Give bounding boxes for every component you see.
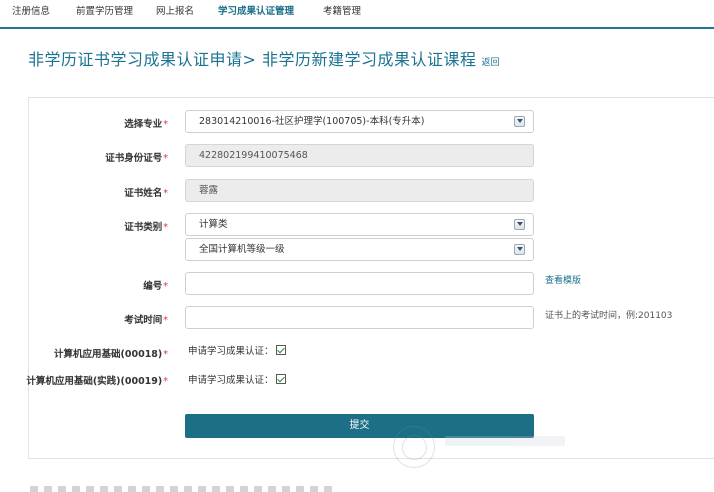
id-number-label: 证书身份证号* [105,153,168,164]
major-label: 选择专业* [124,119,168,130]
serial-input[interactable] [185,272,534,295]
nav-item-exam-record[interactable]: 考籍管理 [323,3,361,17]
course2-checkbox[interactable] [275,374,286,384]
exam-time-hint: 证书上的考试时间，例:201103 [545,311,673,321]
exam-time-label: 考试时间* [124,315,168,326]
page-heading: 非学历证书学习成果认证申请> 非学历新建学习成果认证课程 返回 [28,46,500,70]
cert-subtype-value: 全国计算机等级一级 [199,244,285,255]
back-link[interactable]: 返回 [482,58,500,68]
chevron-down-icon [514,219,525,230]
serial-label: 编号* [143,281,168,292]
chevron-down-icon [514,116,525,127]
cert-type-select[interactable]: 计算类 [185,213,534,236]
name-value: 蓉露 [199,185,219,196]
course1-check-row: 申请学习成果认证： [188,343,286,357]
nav-divider [0,27,714,29]
exam-time-input[interactable] [185,306,534,329]
course1-checkbox[interactable] [275,345,286,355]
major-select-value: 283014210016-社区护理学(100705)-本科(专升本) [199,116,425,127]
submit-button[interactable]: 提交 [185,414,534,438]
view-template-link[interactable]: 查看模版 [545,273,581,286]
cert-subtype-select[interactable]: 全国计算机等级一级 [185,238,534,261]
nav-item-prior-education[interactable]: 前置学历管理 [76,3,133,17]
course2-label: 计算机应用基础(实践)(00019)* [26,376,168,387]
nav-item-achievement-certification[interactable]: 学习成果认证管理 [218,3,294,17]
course1-label: 计算机应用基础(00018)* [54,349,168,360]
cert-type-value: 计算类 [199,219,228,230]
id-number-value: 422802199410075468 [199,150,308,161]
major-select[interactable]: 283014210016-社区护理学(100705)-本科(专升本) [185,110,534,133]
footer-clipped-text [30,484,360,492]
top-nav: 注册信息 前置学历管理 网上报名 学习成果认证管理 考籍管理 [0,0,714,29]
page-title: 非学历证书学习成果认证申请> 非学历新建学习成果认证课程 [28,50,477,69]
cert-type-label: 证书类别* [124,222,168,233]
name-label: 证书姓名* [124,188,168,199]
course1-check-text: 申请学习成果认证： [188,346,274,357]
nav-item-online-signup[interactable]: 网上报名 [156,3,194,17]
chevron-down-icon [514,244,525,255]
name-field: 蓉露 [185,179,534,202]
nav-item-registration[interactable]: 注册信息 [12,3,50,17]
id-number-field: 422802199410075468 [185,144,534,167]
course2-check-text: 申请学习成果认证： [188,375,274,386]
course2-check-row: 申请学习成果认证： [188,372,286,386]
